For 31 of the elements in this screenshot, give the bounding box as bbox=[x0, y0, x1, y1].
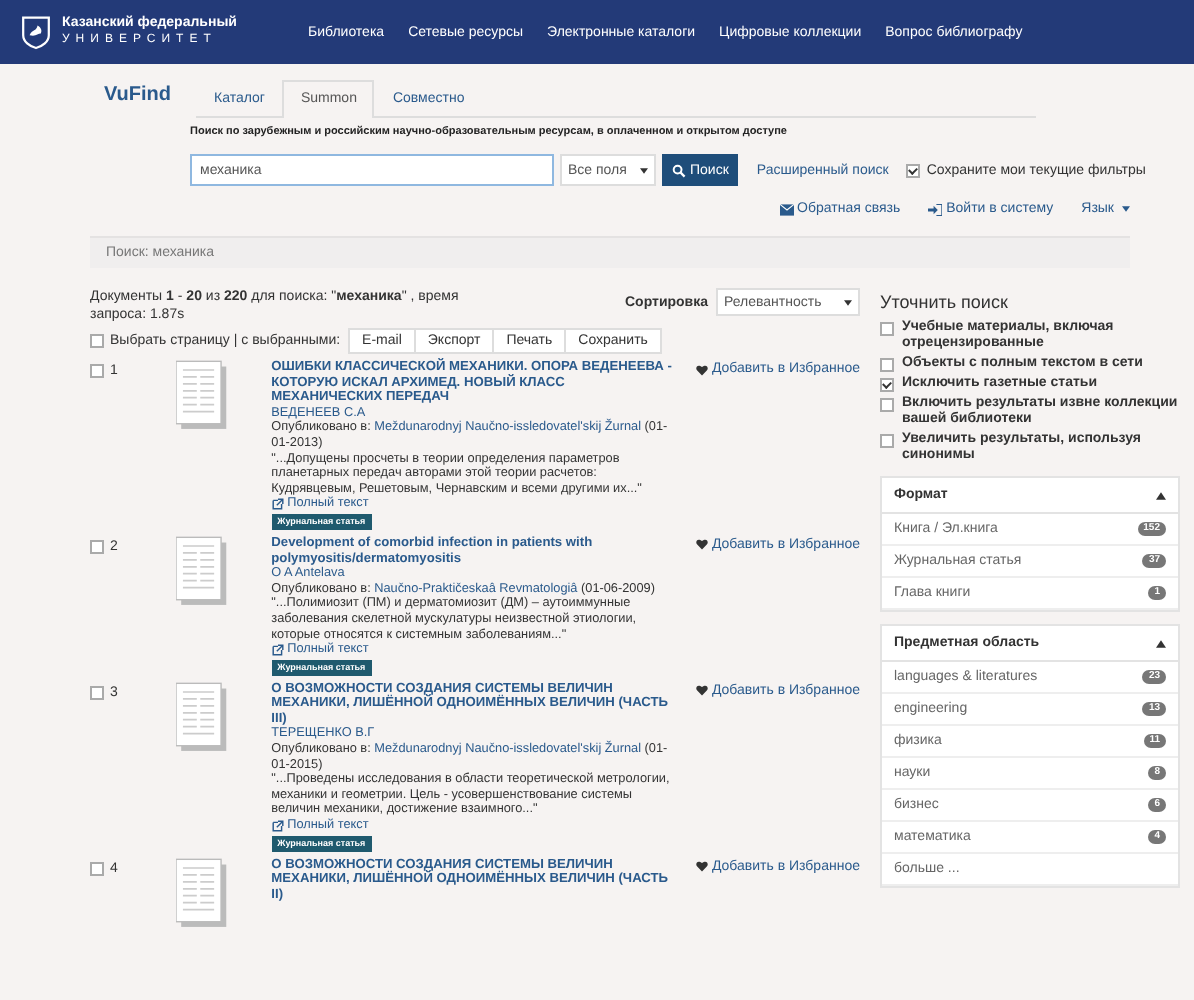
document-icon bbox=[175, 535, 228, 608]
refine-heading: Уточнить поиск bbox=[880, 292, 1010, 312]
shield-icon bbox=[20, 14, 52, 50]
checkbox[interactable] bbox=[90, 685, 104, 700]
envelope-icon bbox=[779, 203, 794, 215]
external-link-icon bbox=[271, 643, 284, 656]
document-icon bbox=[175, 681, 228, 754]
checkbox[interactable] bbox=[90, 364, 104, 378]
caret-icon bbox=[640, 167, 648, 173]
checkbox[interactable] bbox=[90, 539, 104, 554]
checkbox[interactable] bbox=[880, 358, 894, 372]
sign-in-icon bbox=[928, 203, 943, 215]
caret-icon bbox=[844, 299, 852, 305]
external-link-icon bbox=[271, 819, 284, 832]
checkbox[interactable] bbox=[90, 861, 104, 876]
checkbox[interactable] bbox=[880, 378, 894, 392]
external-link-icon bbox=[271, 498, 284, 511]
heart-icon bbox=[695, 538, 708, 551]
heart-icon bbox=[695, 363, 708, 375]
checkbox[interactable] bbox=[880, 398, 894, 412]
checkbox[interactable] bbox=[90, 334, 104, 348]
heart-icon bbox=[695, 684, 708, 697]
checkbox[interactable] bbox=[880, 322, 894, 336]
document-icon bbox=[175, 857, 228, 930]
search-icon bbox=[672, 163, 686, 177]
caret-icon bbox=[1122, 206, 1130, 212]
checkbox[interactable] bbox=[906, 163, 921, 177]
checkbox[interactable] bbox=[880, 434, 894, 448]
document-icon bbox=[175, 360, 228, 432]
heart-icon bbox=[695, 860, 708, 873]
app-name: VuFind bbox=[104, 84, 174, 110]
